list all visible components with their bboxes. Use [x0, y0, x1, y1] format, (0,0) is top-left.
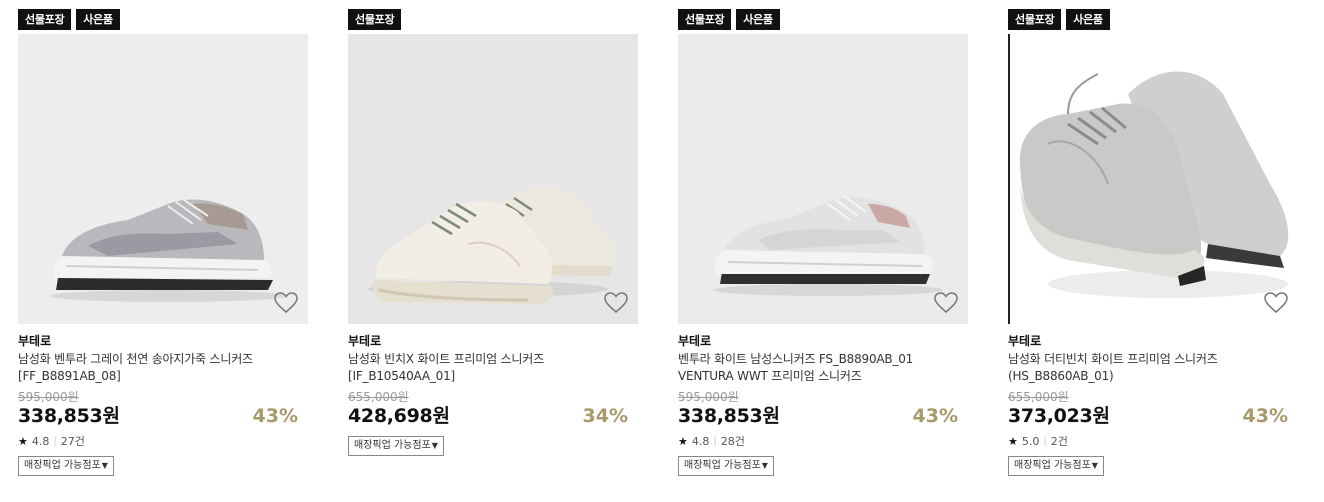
shoe-photo	[678, 34, 968, 324]
store-pickup-label: 매장픽업 가능점포	[354, 440, 431, 451]
product-name-line1: 남성화 벤투라 그레이 천연 송아지가죽 스니커즈	[18, 352, 253, 366]
gift-wrap-badge: 선물포장	[348, 9, 402, 30]
free-gift-badge: 사은품	[736, 9, 780, 30]
badge-group: 선물포장 사은품	[678, 9, 968, 30]
free-gift-badge: 사은품	[1066, 9, 1110, 30]
product-card[interactable]: 선물포장 부테로 남성화 빈치X 화이트 프리미엄 스니커즈 [IF_B1054…	[348, 9, 638, 456]
divider: |	[1043, 436, 1047, 447]
heart-outline-icon[interactable]	[604, 292, 628, 314]
rating-score: 5.0	[1021, 435, 1040, 448]
heart-outline-icon[interactable]	[274, 292, 298, 314]
product-image[interactable]	[348, 34, 638, 324]
product-name-line2: [FF_B8891AB_08]	[18, 369, 121, 383]
divider: |	[713, 436, 717, 447]
gift-wrap-badge: 선물포장	[1008, 9, 1062, 30]
product-image[interactable]	[18, 34, 308, 324]
rating-row: ★ 4.8 | 27건	[18, 435, 308, 449]
review-count: 27건	[60, 435, 85, 448]
rating-row: ★ 5.0 | 2건	[1008, 435, 1298, 449]
store-pickup-dropdown[interactable]: 매장픽업 가능점포 ▼	[348, 436, 444, 456]
store-pickup-label: 매장픽업 가능점포	[1014, 460, 1091, 471]
product-image[interactable]	[678, 34, 968, 324]
product-card[interactable]: 선물포장 사은품 부테로 벤투라 화이트 남성스니커즈 FS_B8890AB_0…	[678, 9, 968, 476]
badge-group: 선물포장	[348, 9, 638, 30]
sale-price: 338,853원	[18, 405, 120, 427]
sale-price: 373,023원	[1008, 405, 1110, 427]
sale-price: 338,853원	[678, 405, 780, 427]
discount-rate: 43%	[1242, 405, 1288, 427]
brand-name: 부테로	[678, 334, 712, 348]
original-price: 655,000원	[348, 390, 409, 404]
shoe-photo	[348, 34, 638, 324]
badge-group: 선물포장 사은품	[18, 9, 308, 30]
triangle-down-icon: ▼	[761, 461, 768, 470]
store-pickup-dropdown[interactable]: 매장픽업 가능점포 ▼	[1008, 456, 1104, 476]
discount-rate: 43%	[912, 405, 958, 427]
product-name[interactable]: 벤투라 화이트 남성스니커즈 FS_B8890AB_01 VENTURA WWT…	[678, 351, 968, 385]
rating-score: 4.8	[691, 435, 710, 448]
triangle-down-icon: ▼	[101, 461, 108, 470]
product-name-line1: 남성화 빈치X 화이트 프리미엄 스니커즈	[348, 352, 544, 366]
original-price: 655,000원	[1008, 390, 1069, 404]
price-row: 428,698원 34%	[348, 404, 638, 428]
store-pickup-dropdown[interactable]: 매장픽업 가능점포 ▼	[678, 456, 774, 476]
original-price: 595,000원	[18, 390, 79, 404]
rating-score: 4.8	[31, 435, 50, 448]
price-row: 373,023원 43%	[1008, 404, 1298, 428]
shoe-photo	[1008, 34, 1298, 324]
rating-row: ★ 4.8 | 28건	[678, 435, 968, 449]
gift-wrap-badge: 선물포장	[678, 9, 732, 30]
brand-name: 부테로	[348, 334, 382, 348]
badge-group: 선물포장 사은품	[1008, 9, 1298, 30]
product-name[interactable]: 남성화 더티빈치 화이트 프리미엄 스니커즈 (HS_B8860AB_01)	[1008, 351, 1298, 385]
store-pickup-dropdown[interactable]: 매장픽업 가능점포 ▼	[18, 456, 114, 476]
star-icon: ★	[18, 435, 28, 448]
star-icon: ★	[1008, 435, 1018, 448]
free-gift-badge: 사은품	[76, 9, 120, 30]
sale-price: 428,698원	[348, 405, 450, 427]
price-row: 338,853원 43%	[18, 404, 308, 428]
discount-rate: 34%	[582, 405, 628, 427]
product-image[interactable]	[1008, 34, 1298, 324]
review-count: 2건	[1050, 435, 1068, 448]
product-card[interactable]: 선물포장 사은품 부테로 남성화 벤투라 그레이 천연 송아지가죽 스니커즈 […	[18, 9, 308, 476]
heart-outline-icon[interactable]	[1264, 292, 1288, 314]
discount-rate: 43%	[252, 405, 298, 427]
product-name[interactable]: 남성화 빈치X 화이트 프리미엄 스니커즈 [IF_B10540AA_01]	[348, 351, 638, 385]
heart-outline-icon[interactable]	[934, 292, 958, 314]
product-name-line1: 남성화 더티빈치 화이트 프리미엄 스니커즈	[1008, 352, 1218, 366]
brand-name: 부테로	[18, 334, 52, 348]
price-row: 338,853원 43%	[678, 404, 968, 428]
product-name-line2: [IF_B10540AA_01]	[348, 369, 456, 383]
review-count: 28건	[720, 435, 745, 448]
star-icon: ★	[678, 435, 688, 448]
product-card[interactable]: 선물포장 사은품 부테로 남성화 더티빈치 화이트 프리미엄 스니커즈 (HS_…	[1008, 9, 1298, 476]
gift-wrap-badge: 선물포장	[18, 9, 72, 30]
product-name-line2: (HS_B8860AB_01)	[1008, 369, 1114, 383]
triangle-down-icon: ▼	[431, 441, 438, 450]
divider: |	[53, 436, 57, 447]
brand-name: 부테로	[1008, 334, 1042, 348]
shoe-photo	[18, 34, 308, 324]
store-pickup-label: 매장픽업 가능점포	[684, 460, 761, 471]
product-name-line2: VENTURA WWT 프리미엄 스니커즈	[678, 369, 862, 383]
original-price: 595,000원	[678, 390, 739, 404]
product-name-line1: 벤투라 화이트 남성스니커즈 FS_B8890AB_01	[678, 352, 914, 366]
product-name[interactable]: 남성화 벤투라 그레이 천연 송아지가죽 스니커즈 [FF_B8891AB_08…	[18, 351, 308, 385]
triangle-down-icon: ▼	[1091, 461, 1098, 470]
store-pickup-label: 매장픽업 가능점포	[24, 460, 101, 471]
